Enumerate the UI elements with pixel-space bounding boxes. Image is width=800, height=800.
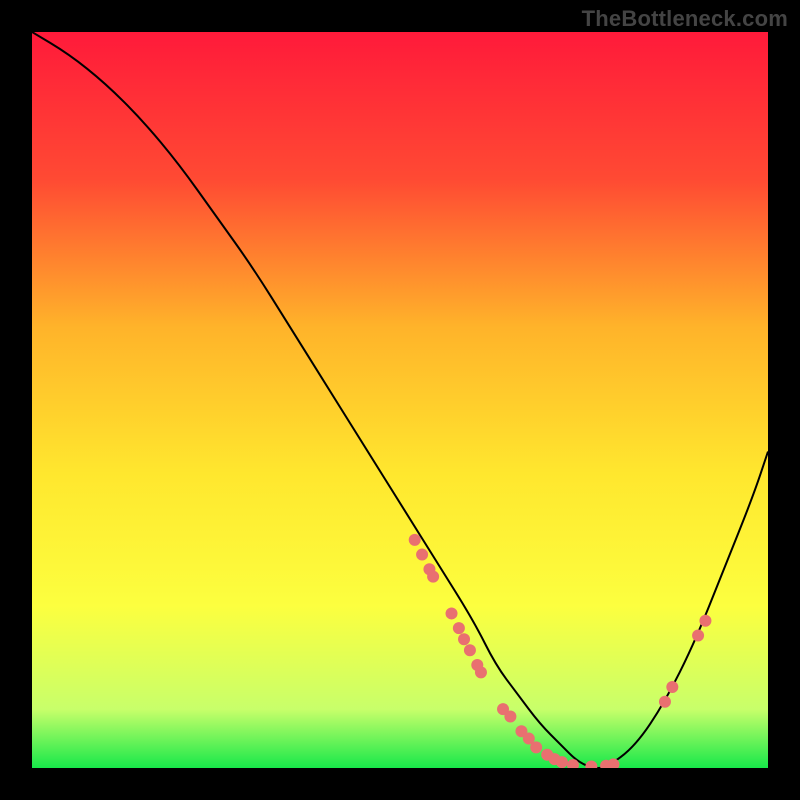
data-point [409,534,421,546]
data-point [446,607,458,619]
watermark-text: TheBottleneck.com [582,6,788,32]
data-point [427,571,439,583]
data-point [504,710,516,722]
data-point [464,644,476,656]
chart-background [32,32,768,768]
data-point [666,681,678,693]
data-point [692,630,704,642]
bottleneck-chart [32,32,768,768]
data-point [416,549,428,561]
data-point [530,741,542,753]
data-point [659,696,671,708]
data-point [699,615,711,627]
data-point [475,666,487,678]
data-point [458,633,470,645]
data-point [453,622,465,634]
chart-container [32,32,768,768]
data-point [556,756,568,768]
